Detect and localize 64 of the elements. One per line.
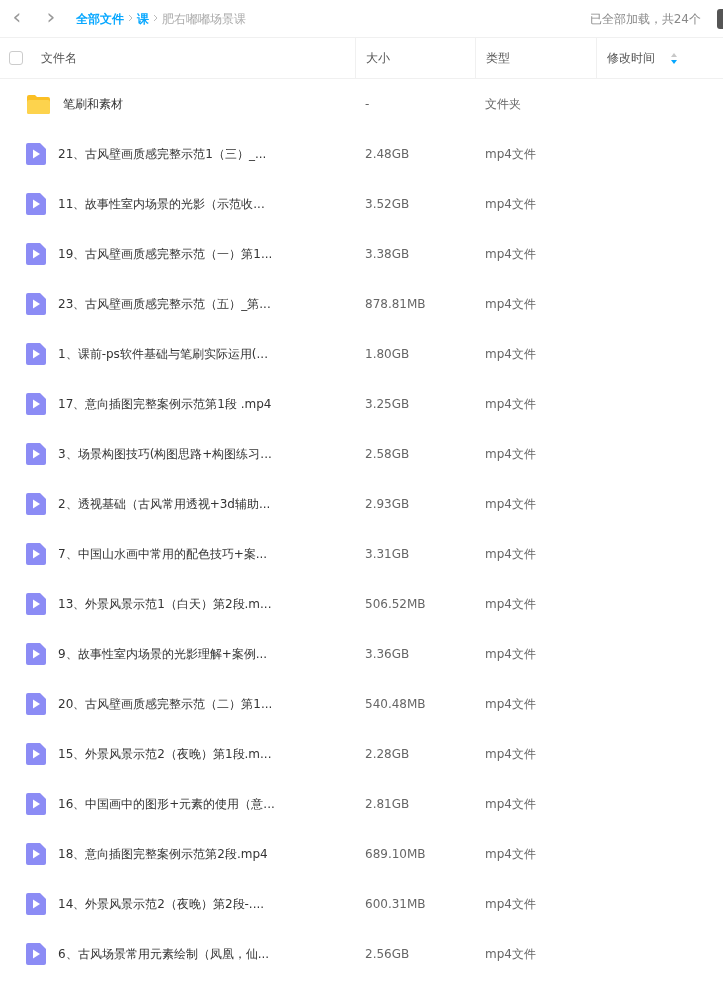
- file-type: mp4文件: [485, 897, 536, 911]
- chevron-icon: [128, 14, 133, 23]
- file-name[interactable]: 21、古风壁画质感完整示范1（三）_...: [58, 145, 267, 163]
- file-name[interactable]: 16、中国画中的图形+元素的使用（意...: [58, 795, 275, 813]
- file-type: mp4文件: [485, 597, 536, 611]
- file-type: mp4文件: [485, 447, 536, 461]
- file-type: mp4文件: [485, 197, 536, 211]
- file-size: 878.81MB: [365, 297, 426, 311]
- file-type: mp4文件: [485, 297, 536, 311]
- file-type: mp4文件: [485, 547, 536, 561]
- file-size: 600.31MB: [365, 897, 426, 911]
- file-size: 2.56GB: [365, 947, 410, 961]
- side-button[interactable]: [717, 8, 723, 29]
- file-type: 文件夹: [485, 97, 521, 111]
- file-size: 2.28GB: [365, 747, 410, 761]
- file-name[interactable]: 2、透视基础（古风常用透视+3d辅助...: [58, 495, 271, 513]
- file-size: 506.52MB: [365, 597, 426, 611]
- file-name[interactable]: 17、意向插图完整案例示范第1段 .mp4: [58, 395, 272, 413]
- file-type: mp4文件: [485, 647, 536, 661]
- file-name[interactable]: 3、场景构图技巧(构图思路+构图练习...: [58, 445, 272, 463]
- file-name[interactable]: 15、外景风景示范2（夜晚）第1段.m...: [58, 745, 272, 763]
- file-name[interactable]: 13、外景风景示范1（白天）第2段.m...: [58, 595, 272, 613]
- file-size: 540.48MB: [365, 697, 426, 711]
- file-type: mp4文件: [485, 347, 536, 361]
- file-size: 3.52GB: [365, 197, 410, 211]
- file-type: mp4文件: [485, 697, 536, 711]
- file-type: mp4文件: [485, 947, 536, 961]
- file-size: 1.80GB: [365, 347, 410, 361]
- file-type: mp4文件: [485, 497, 536, 511]
- file-size: 3.36GB: [365, 647, 410, 661]
- file-type: mp4文件: [485, 247, 536, 261]
- file-size: 3.25GB: [365, 397, 410, 411]
- file-name[interactable]: 7、中国山水画中常用的配色技巧+案...: [58, 545, 268, 563]
- file-name[interactable]: 23、古风壁画质感完整示范（五）_第...: [58, 295, 271, 313]
- file-size: 2.93GB: [365, 497, 410, 511]
- file-name[interactable]: 20、古风壁画质感完整示范（二）第1...: [58, 695, 273, 713]
- file-name[interactable]: 笔刷和素材: [63, 95, 123, 113]
- file-size: 3.31GB: [365, 547, 410, 561]
- load-status: 已全部加载，共24个: [589, 10, 701, 28]
- file-name[interactable]: 9、故事性室内场景的光影理解+案例...: [58, 645, 268, 663]
- file-name[interactable]: 1、课前-ps软件基础与笔刷实际运用(...: [58, 345, 268, 363]
- select-all-checkbox[interactable]: [9, 51, 23, 65]
- file-name[interactable]: 14、外景风景示范2（夜晚）第2段-....: [58, 895, 265, 913]
- file-size: 3.38GB: [365, 247, 410, 261]
- file-name[interactable]: 6、古风场景常用元素绘制（凤凰，仙...: [58, 945, 270, 963]
- column-header[interactable]: 大小: [366, 49, 390, 67]
- file-name[interactable]: 18、意向插图完整案例示范第2段.mp4: [58, 845, 268, 863]
- file-size: 689.10MB: [365, 847, 426, 861]
- file-size: 2.48GB: [365, 147, 410, 161]
- chevron-icon: [153, 14, 158, 23]
- file-size: -: [365, 97, 370, 111]
- column-header[interactable]: 修改时间: [607, 49, 655, 67]
- file-type: mp4文件: [485, 147, 536, 161]
- file-type: mp4文件: [485, 747, 536, 761]
- file-type: mp4文件: [485, 797, 536, 811]
- file-type: mp4文件: [485, 397, 536, 411]
- file-name[interactable]: 11、故事性室内场景的光影（示范收...: [58, 195, 265, 213]
- file-size: 2.58GB: [365, 447, 410, 461]
- file-size: 2.81GB: [365, 797, 410, 811]
- file-name[interactable]: 19、古风壁画质感完整示范（一）第1...: [58, 245, 273, 263]
- sort-icon[interactable]: [671, 52, 677, 64]
- column-header[interactable]: 类型: [486, 49, 510, 67]
- column-header[interactable]: 文件名: [41, 49, 77, 67]
- file-type: mp4文件: [485, 847, 536, 861]
